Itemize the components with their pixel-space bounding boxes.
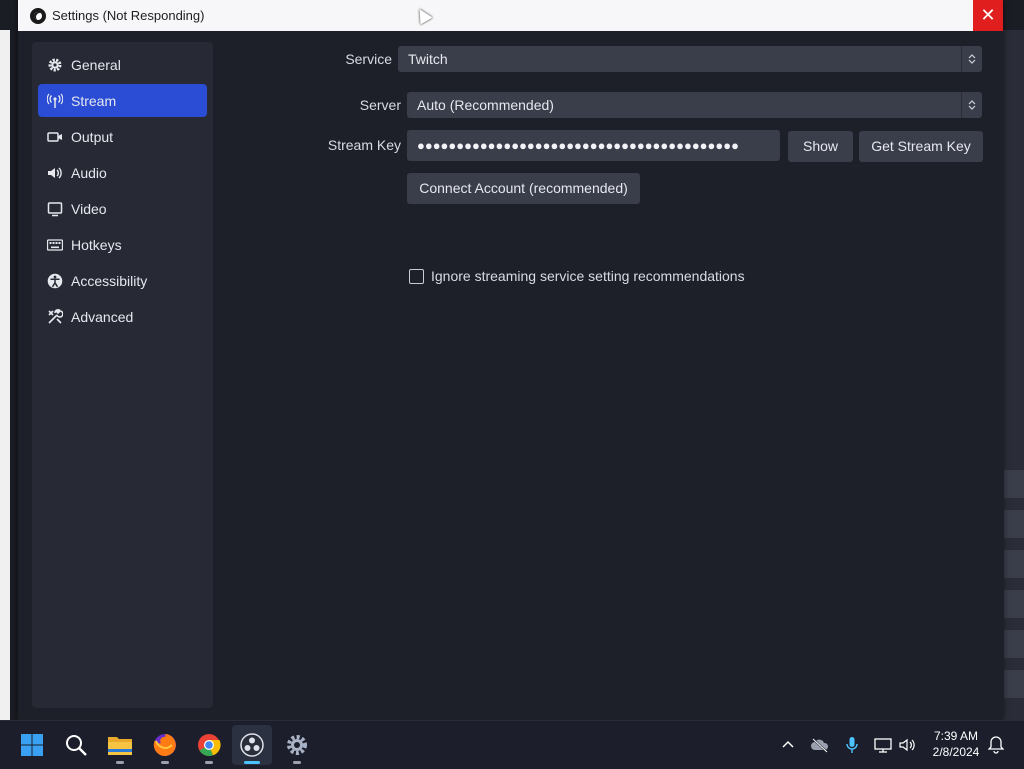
updown-chevron-icon [961,46,982,72]
background-app-dock [1002,30,1024,720]
background-app-edge [0,30,10,720]
camera-icon [46,128,64,146]
accessibility-icon [46,272,64,290]
sidebar-item-hotkeys[interactable]: Hotkeys [38,228,207,261]
firefox-icon[interactable] [151,731,179,759]
sidebar-item-video[interactable]: Video [38,192,207,225]
file-explorer-icon[interactable] [106,731,134,759]
microphone-icon[interactable] [842,735,862,755]
gear-icon [46,56,64,74]
sidebar-item-audio[interactable]: Audio [38,156,207,189]
title-bar[interactable]: Settings (Not Responding) ✕ [18,0,1003,31]
sidebar-item-label: Accessibility [71,272,148,289]
settings-icon[interactable] [283,731,311,759]
windows-start-icon[interactable] [18,731,46,759]
settings-window: Settings (Not Responding) ✕ General Stre… [18,0,1003,720]
clock-date: 2/8/2024 [932,745,980,759]
window-title: Settings (Not Responding) [52,8,205,23]
sidebar-item-advanced[interactable]: Advanced [38,300,207,333]
onedrive-offline-icon[interactable] [810,735,830,755]
sidebar-item-label: Audio [71,164,107,181]
server-select[interactable]: Auto (Recommended) [407,92,982,118]
chevron-up-icon[interactable] [778,735,798,755]
sidebar-item-accessibility[interactable]: Accessibility [38,264,207,297]
tools-icon [46,308,64,326]
obs-logo-icon [30,8,46,24]
connect-account-button[interactable]: Connect Account (recommended) [407,173,640,204]
sidebar-item-stream[interactable]: Stream [38,84,207,117]
sidebar-item-label: Stream [71,92,117,109]
sidebar-item-label: General [71,56,121,73]
service-select-value: Twitch [408,51,448,67]
settings-sidebar: General Stream Output Audio Video Hotkey… [32,42,213,708]
updown-chevron-icon [961,92,982,118]
notification-bell-icon[interactable] [986,735,1006,755]
server-select-value: Auto (Recommended) [417,97,554,113]
service-select[interactable]: Twitch [398,46,982,72]
server-label: Server [359,97,401,113]
volume-icon[interactable] [898,735,918,755]
broadcast-icon [46,92,64,110]
ignore-recommendations-label[interactable]: Ignore streaming service setting recomme… [431,268,745,284]
show-key-button[interactable]: Show [788,131,853,162]
stream-key-label: Stream Key [327,137,401,153]
sidebar-item-label: Output [71,128,114,145]
sidebar-item-label: Advanced [71,308,134,325]
keyboard-icon [46,236,64,254]
stream-key-input[interactable]: ●●●●●●●●●●●●●●●●●●●●●●●●●●●●●●●●●●●●●●●●… [407,130,780,161]
chrome-icon[interactable] [195,731,223,759]
clock-time: 7:39 AM [933,729,979,743]
get-stream-key-button[interactable]: Get Stream Key [859,131,983,162]
sidebar-item-label: Video [71,200,107,217]
taskbar: 7:39 AM 2/8/2024 [0,720,1024,769]
system-clock[interactable]: 7:39 AM 2/8/2024 [920,728,992,760]
sidebar-item-label: Hotkeys [71,236,122,253]
speaker-icon [46,164,64,182]
monitor-icon [46,200,64,218]
obs-icon[interactable] [238,731,266,759]
sidebar-item-output[interactable]: Output [38,120,207,153]
sidebar-item-general[interactable]: General [38,48,207,81]
close-button[interactable]: ✕ [973,0,1003,31]
ignore-recommendations-checkbox[interactable] [409,269,424,284]
network-icon[interactable] [873,735,893,755]
search-icon[interactable] [62,731,90,759]
service-label: Service [345,51,392,67]
